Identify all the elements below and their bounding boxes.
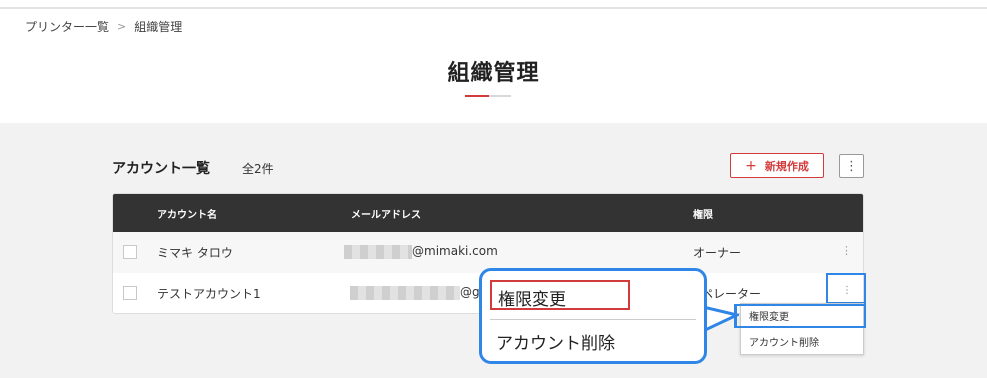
row-checkbox[interactable] bbox=[123, 245, 137, 259]
breadcrumb: プリンター一覧 > 組織管理 bbox=[25, 18, 182, 35]
plus-icon: + bbox=[745, 157, 757, 174]
menu-item-delete-account[interactable]: アカウント削除 bbox=[749, 334, 819, 349]
more-options-button[interactable]: ⋮ bbox=[839, 154, 864, 178]
callout-pointer bbox=[703, 305, 739, 333]
callout-delete-account: アカウント削除 bbox=[496, 334, 615, 354]
new-account-button[interactable]: + 新規作成 bbox=[730, 153, 824, 178]
title-underline bbox=[465, 95, 511, 97]
account-count: 全2件 bbox=[242, 162, 274, 176]
header-name: アカウント名 bbox=[157, 210, 217, 221]
account-email: @mimaki.com bbox=[344, 244, 498, 259]
kebab-icon: ⋮ bbox=[845, 158, 858, 174]
header-email: メールアドレス bbox=[351, 210, 421, 221]
zoom-callout: 権限変更 アカウント削除 bbox=[479, 268, 707, 364]
new-account-label: 新規作成 bbox=[764, 159, 809, 173]
menu-item-highlight bbox=[734, 304, 866, 328]
callout-divider bbox=[490, 319, 696, 320]
row-kebab-icon[interactable]: ⋮ bbox=[842, 285, 852, 296]
row-checkbox[interactable] bbox=[123, 286, 137, 300]
account-role: オーナー bbox=[693, 246, 742, 260]
account-list-title: アカウント一覧 bbox=[112, 161, 210, 177]
page-title: 組織管理 bbox=[447, 61, 540, 86]
table-header: アカウント名 メールアドレス 権限 bbox=[113, 194, 863, 232]
table-row[interactable]: ミマキ タロウ @mimaki.com オーナー ⋮ bbox=[113, 232, 863, 273]
breadcrumb-current: 組織管理 bbox=[134, 20, 183, 34]
row-kebab-icon[interactable]: ⋮ bbox=[841, 244, 852, 257]
account-name: ミマキ タロウ bbox=[157, 246, 233, 260]
redacted-email bbox=[350, 285, 460, 300]
top-divider bbox=[0, 7, 987, 9]
account-email: @g bbox=[350, 285, 480, 300]
account-name: テストアカウント1 bbox=[157, 287, 261, 301]
header-role: 権限 bbox=[693, 210, 713, 221]
chevron-right-icon: > bbox=[117, 20, 127, 33]
callout-change-permission: 権限変更 bbox=[490, 280, 630, 310]
breadcrumb-printer-list[interactable]: プリンター一覧 bbox=[25, 18, 109, 35]
redacted-email bbox=[344, 244, 412, 259]
account-role: ペレーター bbox=[701, 287, 762, 301]
